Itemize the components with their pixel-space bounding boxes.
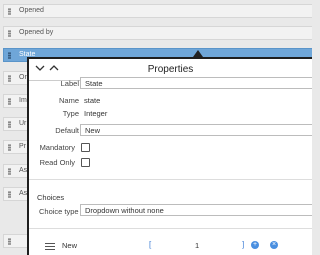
- type-caption: Type: [62, 109, 79, 118]
- mandatory-checkbox[interactable]: [81, 143, 90, 152]
- field-row-label: Im: [19, 97, 27, 104]
- drag-handle-icon[interactable]: [8, 30, 11, 37]
- drag-handle-icon[interactable]: [8, 8, 11, 15]
- properties-body: Label State Name state Type Integer Defa…: [29, 77, 312, 255]
- choice-type-select[interactable]: Dropdown without none: [80, 204, 312, 216]
- drag-handle-icon[interactable]: [8, 238, 11, 245]
- popover-pointer: [193, 50, 203, 57]
- default-select-value: New: [85, 126, 101, 135]
- panel-title: Properties: [147, 64, 194, 75]
- field-row-opened[interactable]: Opened: [3, 4, 312, 18]
- drag-handle-icon[interactable]: [8, 168, 11, 175]
- label-input-value: State: [85, 79, 103, 88]
- readonly-checkbox[interactable]: [81, 158, 90, 167]
- name-caption: Name: [58, 96, 79, 105]
- bracket-open: [: [149, 240, 152, 249]
- choice-value[interactable]: 1: [195, 241, 199, 250]
- field-row-label: Or: [19, 74, 27, 81]
- drag-handle-icon[interactable]: [8, 75, 11, 82]
- drag-handle-icon[interactable]: [8, 144, 11, 151]
- drag-handle-icon[interactable]: [8, 121, 11, 128]
- section-divider: [29, 179, 312, 180]
- remove-choice-icon[interactable]: ×: [270, 241, 278, 249]
- field-row-label: As: [19, 167, 28, 174]
- properties-panel: Properties Label State Name state Type I…: [27, 57, 312, 255]
- choices-section-title: Choices: [37, 193, 65, 202]
- field-row-label: As: [19, 190, 28, 197]
- field-row-label: Ur: [19, 120, 27, 127]
- readonly-caption: Read Only: [39, 158, 75, 167]
- choice-type-value: Dropdown without none: [85, 206, 164, 215]
- drag-handle-icon[interactable]: [45, 243, 55, 250]
- type-value: Integer: [84, 109, 108, 118]
- field-row-opened-by[interactable]: Opened by: [3, 26, 312, 40]
- drag-handle-icon[interactable]: [8, 191, 11, 198]
- name-value: state: [84, 96, 101, 105]
- field-row-label: Opened: [19, 7, 44, 14]
- drag-handle-icon[interactable]: [8, 52, 11, 59]
- choice-type-caption: Choice type: [39, 207, 79, 216]
- add-choice-icon[interactable]: +: [251, 241, 259, 249]
- mandatory-caption: Mandatory: [39, 143, 75, 152]
- default-caption: Default: [55, 126, 79, 135]
- drag-handle-icon[interactable]: [8, 98, 11, 105]
- label-caption: Label: [60, 79, 79, 88]
- bracket-close: ]: [242, 240, 245, 249]
- label-input[interactable]: State: [80, 77, 312, 89]
- section-divider: [29, 228, 312, 229]
- default-select[interactable]: New: [80, 124, 312, 136]
- field-row-label: Opened by: [19, 29, 54, 36]
- choice-label[interactable]: New: [62, 241, 77, 250]
- field-row-label: Pr: [19, 143, 26, 150]
